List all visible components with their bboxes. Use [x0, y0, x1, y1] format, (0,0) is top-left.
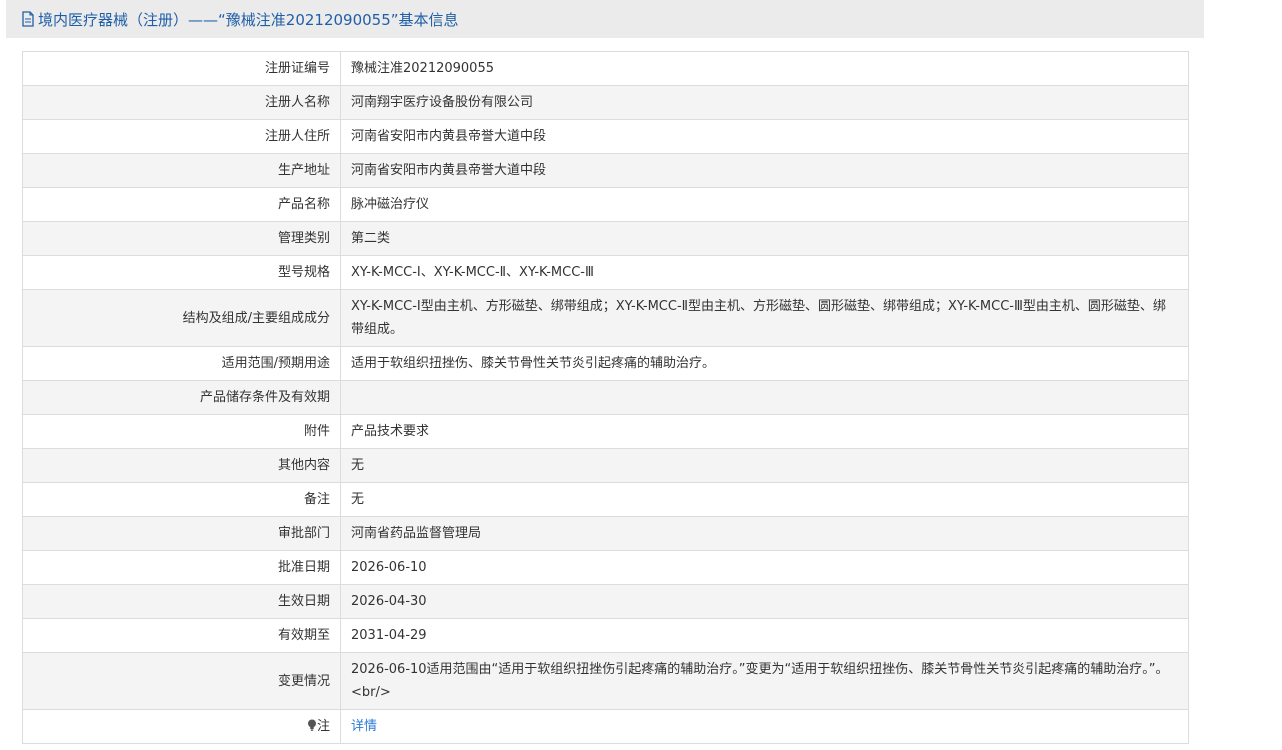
table-row: 备注 无 — [22, 482, 1189, 517]
row-value: 2026-04-30 — [340, 584, 1189, 619]
table-row: 管理类别 第二类 — [22, 221, 1189, 256]
row-value: 2026-06-10 — [340, 550, 1189, 585]
row-label: 产品名称 — [22, 187, 341, 222]
row-value: 无 — [340, 448, 1189, 483]
panel-body: 注册证编号 豫械注准20212090055 注册人名称 河南翔宇医疗设备股份有限… — [6, 38, 1204, 750]
row-value: 适用于软组织扭挫伤、膝关节骨性关节炎引起疼痛的辅助治疗。 — [340, 346, 1189, 381]
row-label: 备注 — [22, 482, 341, 517]
row-label: 生产地址 — [22, 153, 341, 188]
table-row: 产品储存条件及有效期 — [22, 380, 1189, 415]
row-label: 其他内容 — [22, 448, 341, 483]
table-row: 审批部门 河南省药品监督管理局 — [22, 516, 1189, 551]
row-value: 2026-06-10适用范围由“适用于软组织扭挫伤引起疼痛的辅助治疗。”变更为“… — [340, 652, 1189, 710]
row-label: 结构及组成/主要组成成分 — [22, 289, 341, 347]
row-label: 型号规格 — [22, 255, 341, 290]
table-row: 附件 产品技术要求 — [22, 414, 1189, 449]
row-value: XY-K-MCC-Ⅰ、XY-K-MCC-Ⅱ、XY-K-MCC-Ⅲ — [340, 255, 1189, 290]
table-row: 注册人名称 河南翔宇医疗设备股份有限公司 — [22, 85, 1189, 120]
row-value: 河南省药品监督管理局 — [340, 516, 1189, 551]
info-panel: 境内医疗器械（注册）——“豫械注准20212090055”基本信息 注册证编号 … — [6, 0, 1204, 750]
table-row: 结构及组成/主要组成成分 XY-K-MCC-Ⅰ型由主机、方形磁垫、绑带组成；XY… — [22, 289, 1189, 347]
note-value-cell: 详情 — [340, 709, 1189, 744]
row-value: 河南省安阳市内黄县帝誉大道中段 — [340, 119, 1189, 154]
page-title: 境内医疗器械（注册）——“豫械注准20212090055”基本信息 — [38, 10, 459, 29]
row-value: 无 — [340, 482, 1189, 517]
table-row: 注册人住所 河南省安阳市内黄县帝誉大道中段 — [22, 119, 1189, 154]
table-row: 产品名称 脉冲磁治疗仪 — [22, 187, 1189, 222]
table-row: 适用范围/预期用途 适用于软组织扭挫伤、膝关节骨性关节炎引起疼痛的辅助治疗。 — [22, 346, 1189, 381]
document-icon — [22, 11, 34, 27]
row-label: 注册人住所 — [22, 119, 341, 154]
row-value: 产品技术要求 — [340, 414, 1189, 449]
table-row: 有效期至 2031-04-29 — [22, 618, 1189, 653]
row-label: 变更情况 — [22, 652, 341, 710]
panel-header: 境内医疗器械（注册）——“豫械注准20212090055”基本信息 — [6, 0, 1204, 38]
row-label: 注册人名称 — [22, 85, 341, 120]
table-row: 其他内容 无 — [22, 448, 1189, 483]
row-label: 管理类别 — [22, 221, 341, 256]
note-label-cell: 注 — [22, 709, 341, 744]
row-value: 豫械注准20212090055 — [340, 51, 1189, 86]
note-label: 注 — [316, 719, 330, 734]
row-label: 注册证编号 — [22, 51, 341, 86]
row-value: XY-K-MCC-Ⅰ型由主机、方形磁垫、绑带组成；XY-K-MCC-Ⅱ型由主机、… — [340, 289, 1189, 347]
row-label: 生效日期 — [22, 584, 341, 619]
row-label: 批准日期 — [22, 550, 341, 585]
row-label: 附件 — [22, 414, 341, 449]
row-value: 脉冲磁治疗仪 — [340, 187, 1189, 222]
table-row: 生效日期 2026-04-30 — [22, 584, 1189, 619]
row-value: 河南翔宇医疗设备股份有限公司 — [340, 85, 1189, 120]
row-value: 2031-04-29 — [340, 618, 1189, 653]
table-row: 注册证编号 豫械注准20212090055 — [22, 51, 1189, 86]
row-value: 河南省安阳市内黄县帝誉大道中段 — [340, 153, 1189, 188]
table-row: 型号规格 XY-K-MCC-Ⅰ、XY-K-MCC-Ⅱ、XY-K-MCC-Ⅲ — [22, 255, 1189, 290]
table-row: 生产地址 河南省安阳市内黄县帝誉大道中段 — [22, 153, 1189, 188]
row-value: 第二类 — [340, 221, 1189, 256]
note-row: 注 详情 — [22, 709, 1189, 744]
table-row: 批准日期 2026-06-10 — [22, 550, 1189, 585]
row-label: 产品储存条件及有效期 — [22, 380, 341, 415]
row-label: 审批部门 — [22, 516, 341, 551]
table-row: 变更情况 2026-06-10适用范围由“适用于软组织扭挫伤引起疼痛的辅助治疗。… — [22, 652, 1189, 710]
info-table: 注册证编号 豫械注准20212090055 注册人名称 河南翔宇医疗设备股份有限… — [22, 51, 1189, 744]
row-label: 有效期至 — [22, 618, 341, 653]
row-value — [340, 380, 1189, 415]
details-link[interactable]: 详情 — [351, 719, 377, 734]
row-label: 适用范围/预期用途 — [22, 346, 341, 381]
lightbulb-icon — [307, 719, 316, 731]
